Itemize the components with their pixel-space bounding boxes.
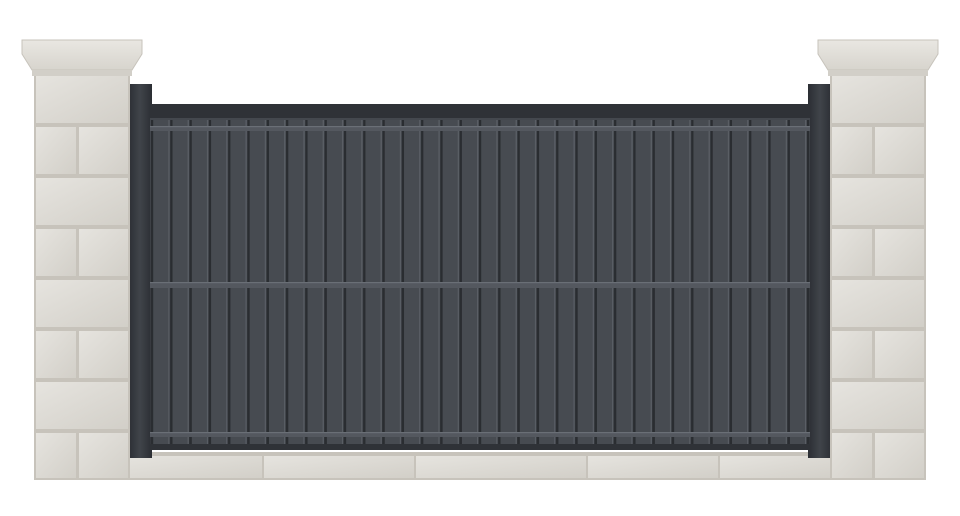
pillar-stone-block bbox=[36, 280, 128, 327]
gate-rail-highlight bbox=[150, 126, 810, 128]
pillar-stone-block bbox=[875, 229, 924, 276]
pillar-cap bbox=[817, 39, 939, 71]
pillar-stone-block bbox=[832, 178, 924, 225]
pillar-stone-block bbox=[832, 229, 872, 276]
base-wall-block bbox=[588, 456, 718, 478]
pillar-stone-block bbox=[36, 433, 76, 478]
pillar-stone-block bbox=[36, 76, 128, 123]
pillar-stone-block bbox=[875, 433, 924, 478]
pillar-stone-block bbox=[36, 127, 76, 174]
base-wall-block bbox=[122, 456, 262, 478]
pillar-stone-block bbox=[36, 331, 76, 378]
left-gate-post bbox=[128, 84, 152, 458]
pillar-stone-block bbox=[832, 331, 872, 378]
right-gate-post bbox=[808, 84, 832, 458]
pillar-stone-block bbox=[79, 331, 128, 378]
pillar-stone-block bbox=[832, 382, 924, 429]
base-wall-block bbox=[416, 456, 586, 478]
base-wall bbox=[120, 452, 840, 480]
gate-bottom-frame bbox=[150, 444, 810, 450]
pillar-stone-block bbox=[79, 229, 128, 276]
pillar-cap-base bbox=[828, 70, 928, 76]
gate-panel bbox=[150, 104, 810, 450]
gate-rail-highlight bbox=[150, 282, 810, 284]
left-stone-pillar bbox=[21, 39, 143, 480]
gate-scene bbox=[21, 39, 939, 480]
pillar-stone-block bbox=[79, 127, 128, 174]
pillar-stone-block bbox=[79, 433, 128, 478]
right-stone-pillar bbox=[817, 39, 939, 480]
pillar-stone-block bbox=[832, 76, 924, 123]
gate-rail-highlight bbox=[150, 432, 810, 434]
pillar-stone-block bbox=[832, 127, 872, 174]
pillar-stone-block bbox=[832, 433, 872, 478]
pillar-stone-block bbox=[36, 382, 128, 429]
base-wall-block bbox=[264, 456, 414, 478]
pillar-cap-base bbox=[32, 70, 132, 76]
gate-top-frame bbox=[150, 104, 810, 118]
base-wall-block bbox=[720, 456, 838, 478]
pillar-cap bbox=[21, 39, 143, 71]
pillar-stone-block bbox=[36, 178, 128, 225]
pillar-stone-block bbox=[875, 127, 924, 174]
pillar-stone-block bbox=[36, 229, 76, 276]
pillar-stone-block bbox=[875, 331, 924, 378]
pillar-stone-block bbox=[832, 280, 924, 327]
